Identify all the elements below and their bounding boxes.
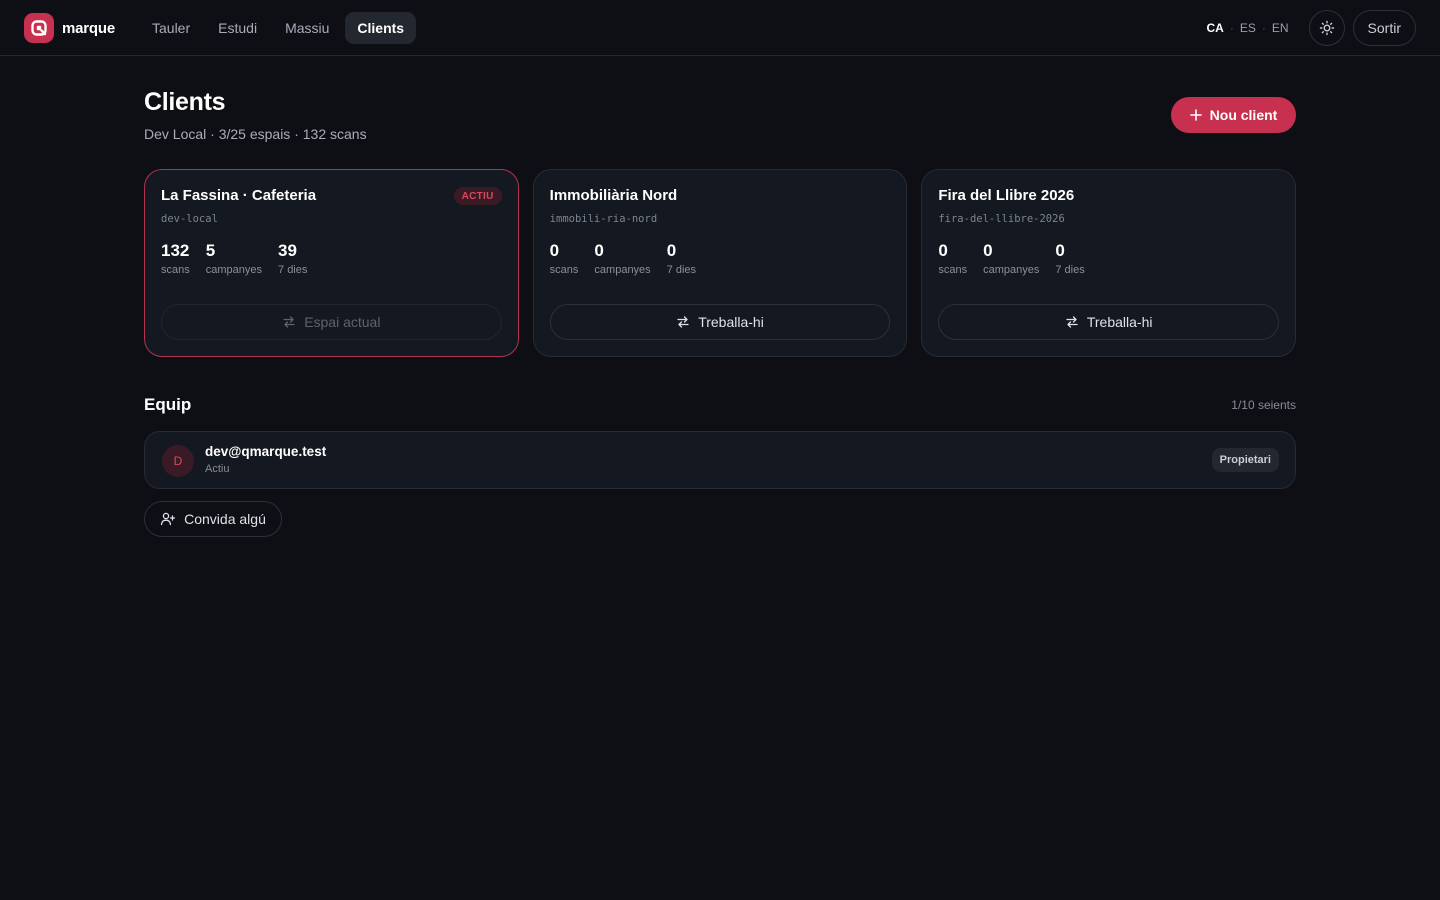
stat-label: scans — [161, 264, 190, 276]
client-slug: fira-del-llibre-2026 — [938, 213, 1065, 225]
stat-scans: 0 scans — [938, 241, 967, 276]
switch-arrows-icon — [677, 316, 689, 328]
theme-toggle-button[interactable] — [1308, 10, 1345, 46]
team-member-row: D dev@qmarque.test Actiu Propietari — [144, 431, 1296, 489]
member-status: Actiu — [205, 463, 230, 475]
member-email: dev@qmarque.test — [205, 444, 327, 459]
card-button-label: Treballa-hi — [698, 314, 764, 330]
separator-dot: · — [1261, 21, 1266, 35]
client-card: La Fassina · Cafeteria ACTIU dev-local 1… — [144, 169, 519, 357]
stat-campaigns: 0 campanyes — [983, 241, 1039, 276]
stat-label: scans — [938, 264, 968, 276]
stat-value: 132 — [161, 241, 190, 260]
stat-value: 39 — [278, 241, 297, 260]
stat-label: 7 dies — [1055, 264, 1085, 276]
stat-value: 0 — [1055, 241, 1065, 260]
page-subtitle: Dev Local · 3/25 espais · 132 scans — [144, 126, 367, 142]
work-here-button[interactable]: Treballa-hi — [938, 304, 1280, 340]
card-button-label: Treballa-hi — [1086, 314, 1153, 330]
brand[interactable]: marque — [24, 13, 115, 43]
stat-value: 0 — [666, 241, 677, 260]
stat-7-days: 0 7 dies — [667, 241, 696, 276]
top-bar: marque Tauler Estudi Massiu Clients CA ·… — [0, 0, 1440, 56]
lang-es[interactable]: ES — [1240, 21, 1256, 35]
logout-button[interactable]: Sortir — [1352, 10, 1416, 46]
stat-label: campanyes — [205, 264, 263, 276]
client-card: Fira del Llibre 2026 fira-del-llibre-202… — [921, 169, 1297, 357]
client-card: Immobiliària Nord immobili-ria-nord 0 sc… — [532, 169, 908, 357]
stat-label: campanyes — [983, 264, 1040, 276]
user-plus-icon — [160, 512, 176, 526]
stat-label: 7 dies — [666, 264, 697, 276]
stat-campaigns: 0 campanyes — [594, 241, 650, 276]
client-stats: 132 scans 5 campanyes 39 7 dies — [161, 241, 502, 276]
stat-value: 0 — [938, 241, 948, 260]
language-switcher: CA · ES · EN — [1207, 21, 1289, 35]
switch-arrows-icon — [1066, 316, 1078, 328]
stat-scans: 132 scans — [161, 241, 190, 276]
nav-item-massiu[interactable]: Massiu — [273, 12, 341, 44]
nav-item-clients[interactable]: Clients — [345, 12, 417, 44]
stat-value: 0 — [594, 241, 604, 260]
nav-item-estudi[interactable]: Estudi — [206, 12, 269, 44]
stat-value: 5 — [205, 241, 216, 260]
plus-icon — [1189, 109, 1202, 121]
switch-arrows-icon — [283, 316, 295, 328]
main-nav: Tauler Estudi Massiu Clients — [140, 12, 417, 44]
client-stats: 0 scans 0 campanyes 0 7 dies — [938, 241, 1279, 276]
stat-label: scans — [549, 264, 579, 276]
sun-icon — [1319, 20, 1334, 36]
stat-label: campanyes — [594, 264, 651, 276]
new-client-label: Nou client — [1209, 107, 1278, 123]
lang-ca[interactable]: CA — [1207, 21, 1224, 35]
q-logo-icon — [24, 13, 54, 43]
nav-item-tauler[interactable]: Tauler — [140, 12, 202, 44]
client-name: La Fassina · Cafeteria — [161, 187, 317, 204]
client-slug: immobili-ria-nord — [549, 213, 658, 225]
page-title: Clients — [144, 88, 226, 116]
role-badge: Propietari — [1211, 448, 1279, 472]
client-stats: 0 scans 0 campanyes 0 7 dies — [550, 241, 891, 276]
stat-value: 0 — [549, 241, 560, 260]
client-name: Fira del Llibre 2026 — [938, 187, 1075, 204]
active-badge: ACTIU — [453, 187, 502, 205]
separator-dot: · — [1229, 21, 1234, 35]
stat-value: 0 — [983, 241, 993, 260]
client-name: Immobiliària Nord — [549, 187, 678, 204]
card-button-label: Espai actual — [304, 314, 381, 330]
lang-en[interactable]: EN — [1272, 21, 1289, 35]
stat-campaigns: 5 campanyes — [206, 241, 262, 276]
client-slug: dev-local — [161, 213, 218, 225]
stat-7-days: 0 7 dies — [1055, 241, 1084, 276]
work-here-button[interactable]: Treballa-hi — [549, 304, 891, 340]
stat-7-days: 39 7 dies — [278, 241, 307, 276]
brand-name: marque — [62, 19, 115, 37]
stat-scans: 0 scans — [550, 241, 579, 276]
header-tools: CA · ES · EN Sortir — [1207, 10, 1416, 46]
current-space-button[interactable]: Espai actual — [161, 304, 502, 340]
stat-label: 7 dies — [278, 264, 308, 276]
avatar: D — [162, 445, 194, 477]
invite-button[interactable]: Convida algú — [144, 501, 282, 537]
client-cards: La Fassina · Cafeteria ACTIU dev-local 1… — [144, 169, 1297, 357]
new-client-button[interactable]: Nou client — [1171, 97, 1296, 133]
seats-count: 1/10 seients — [1231, 398, 1296, 412]
team-title: Equip — [144, 395, 192, 414]
invite-label: Convida algú — [184, 511, 266, 527]
